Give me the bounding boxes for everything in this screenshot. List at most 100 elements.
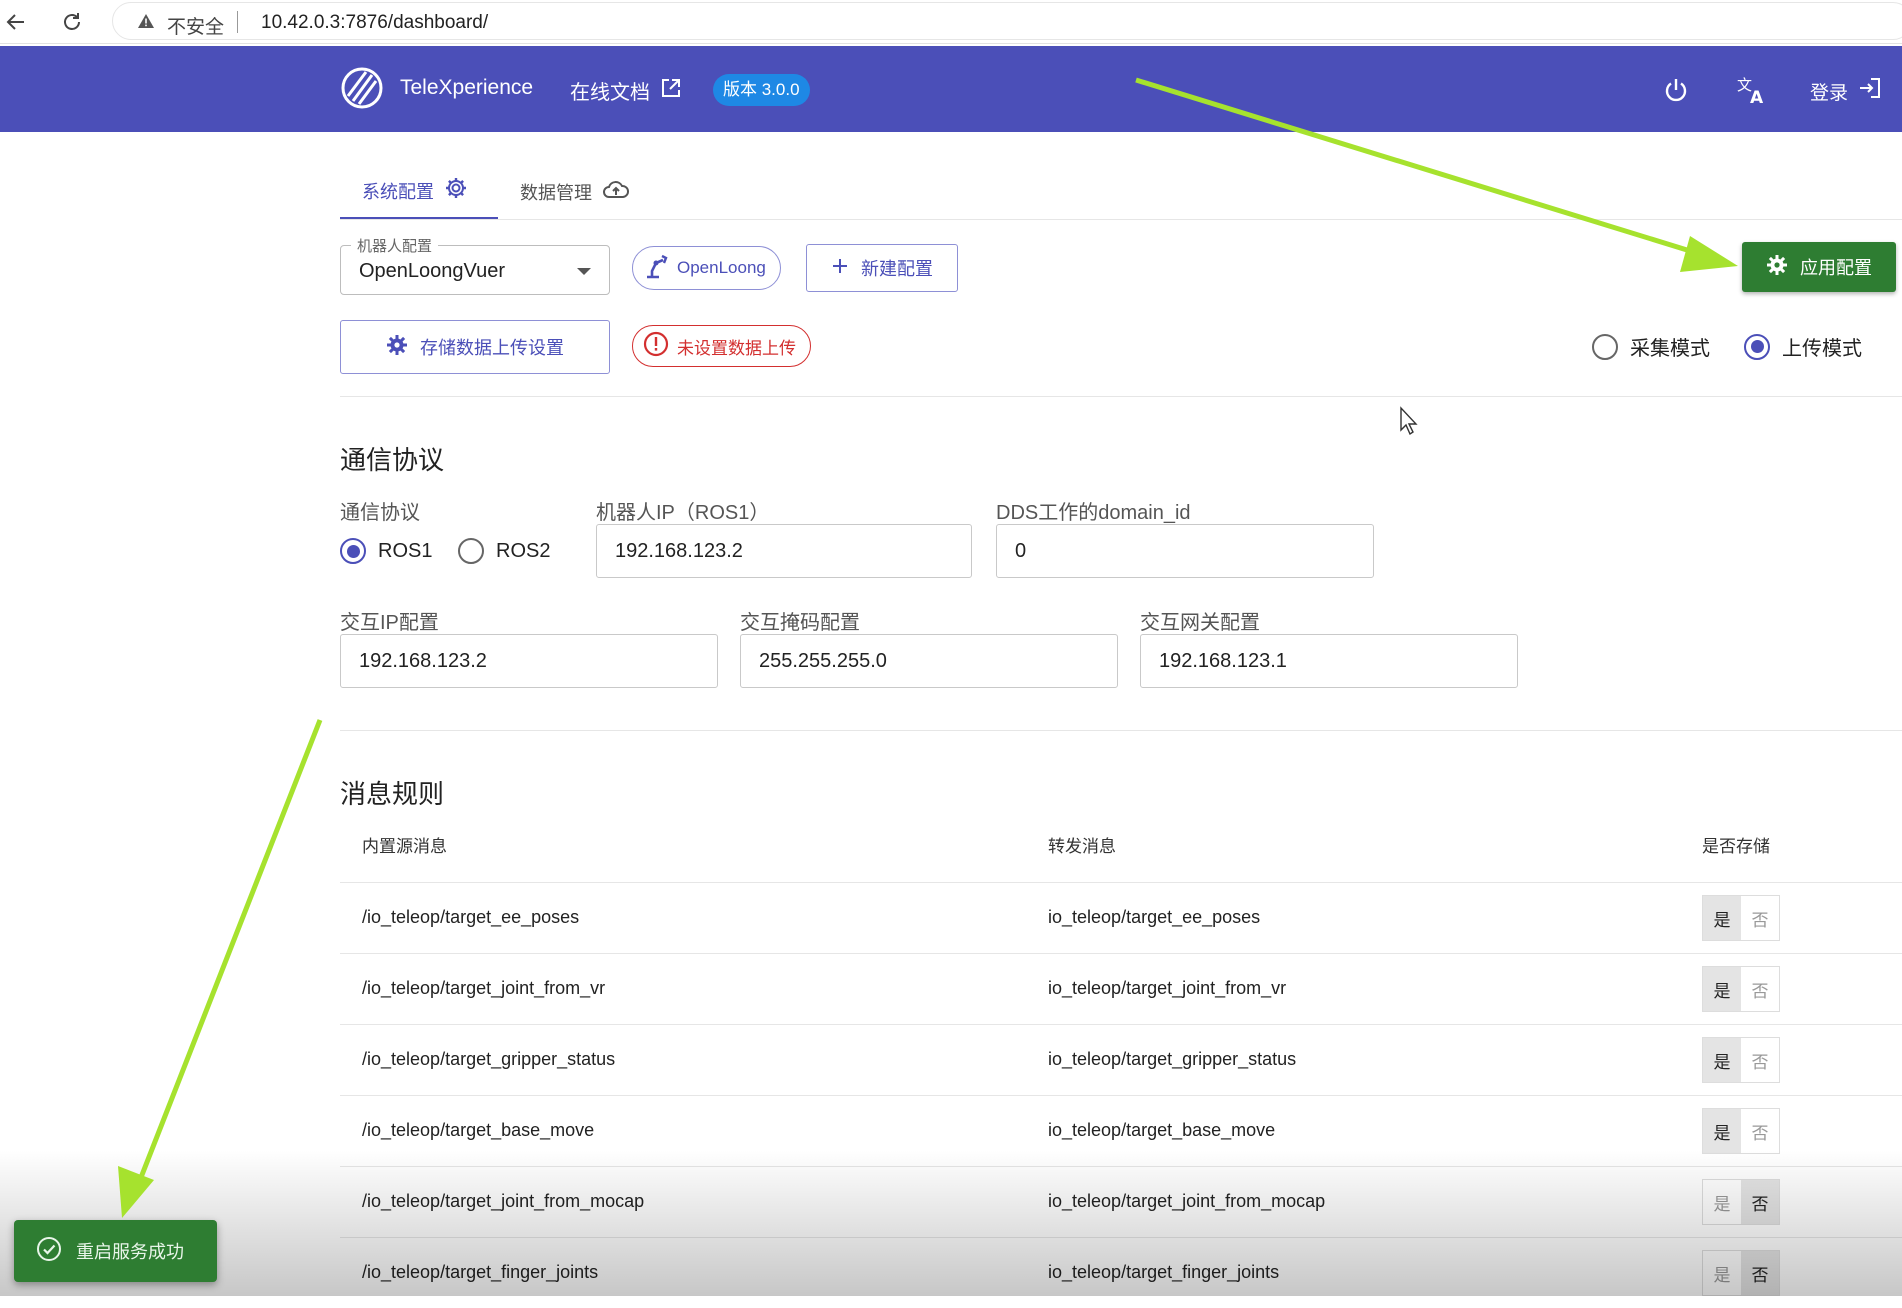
apply-config-button[interactable]: 应用配置 (1742, 242, 1896, 292)
reload-icon[interactable] (56, 6, 88, 38)
dds-domain-label: DDS工作的domain_id (996, 502, 1191, 524)
upload-status-label: 未设置数据上传 (677, 338, 796, 358)
brand-name[interactable]: TeleXperience (400, 76, 533, 100)
table-row: /io_teleop/target_base_move io_teleop/ta… (340, 1095, 1902, 1166)
robot-select-value: OpenLoongVuer (359, 260, 506, 282)
mode-upload-radio[interactable]: 上传模式 (1744, 332, 1862, 361)
tab-label: 系统配置 (362, 181, 434, 202)
new-config-label: 新建配置 (861, 259, 933, 279)
svg-text:A: A (1750, 88, 1764, 106)
interact-gateway-field[interactable]: 192.168.123.1 (1140, 634, 1518, 688)
login-button[interactable]: 登录 (1810, 76, 1882, 106)
browser-toolbar: 不安全 10.42.0.3:7876/dashboard/ (0, 0, 1902, 44)
radio-off-icon (1592, 333, 1618, 360)
interact-mask-field[interactable]: 255.255.255.0 (740, 634, 1118, 688)
gear-icon (386, 334, 408, 361)
interact-ip-field[interactable]: 192.168.123.2 (340, 634, 718, 688)
interact-mask-label: 交互掩码配置 (740, 612, 860, 634)
source-topic: /io_teleop/target_gripper_status (362, 1049, 616, 1069)
table-row: /io_teleop/target_joint_from_vr io_teleo… (340, 953, 1902, 1024)
forward-topic: io_teleop/target_joint_from_mocap (1048, 1191, 1326, 1211)
store-toggle: 是 否 (1702, 1037, 1780, 1083)
dds-domain-field[interactable]: 0 (996, 524, 1374, 578)
forward-topic: io_teleop/target_joint_from_vr (1048, 978, 1287, 998)
radio-off-icon (458, 538, 484, 564)
store-no-button[interactable]: 否 (1741, 967, 1779, 1011)
interact-gateway-label: 交互网关配置 (1140, 612, 1260, 634)
ros1-radio[interactable]: ROS1 (340, 538, 432, 564)
upload-settings-label: 存储数据上传设置 (420, 338, 564, 358)
mode-collect-label: 采集模式 (1630, 338, 1710, 360)
tab-system-config[interactable]: 系统配置 (340, 164, 498, 220)
chevron-down-icon (577, 268, 591, 275)
brand-logo-icon[interactable] (340, 66, 384, 110)
upload-settings-button[interactable]: 存储数据上传设置 (340, 320, 610, 374)
gear-icon (1766, 254, 1788, 281)
tab-data-management[interactable]: 数据管理 (520, 164, 630, 220)
table-row: /io_teleop/target_ee_poses io_teleop/tar… (340, 882, 1902, 953)
source-topic: /io_teleop/target_finger_joints (362, 1262, 599, 1282)
ros2-radio[interactable]: ROS2 (458, 538, 550, 564)
robot-ip-label: 机器人IP（ROS1） (596, 502, 770, 524)
store-toggle: 是 否 (1702, 1179, 1780, 1225)
store-yes-button[interactable]: 是 (1703, 1038, 1741, 1082)
info-icon (643, 331, 669, 362)
column-header-source: 内置源消息 (362, 837, 447, 856)
store-yes-button[interactable]: 是 (1703, 967, 1741, 1011)
store-no-button[interactable]: 否 (1741, 1180, 1779, 1224)
docs-link[interactable]: 在线文档 (570, 76, 682, 105)
robot-type-chip[interactable]: OpenLoong (632, 246, 781, 290)
store-toggle: 是 否 (1702, 1250, 1780, 1296)
source-topic: /io_teleop/target_joint_from_vr (362, 978, 606, 998)
docs-label: 在线文档 (570, 82, 650, 104)
source-topic: /io_teleop/target_base_move (362, 1120, 595, 1140)
store-no-button[interactable]: 否 (1741, 896, 1779, 940)
login-label: 登录 (1810, 82, 1849, 104)
store-yes-button[interactable]: 是 (1703, 896, 1741, 940)
app-header: TeleXperience 在线文档 版本 3.0.0 文A 登录 (0, 46, 1902, 132)
robot-ip-field[interactable]: 192.168.123.2 (596, 524, 972, 578)
table-row: /io_teleop/target_finger_joints io_teleo… (340, 1237, 1902, 1308)
robot-arm-icon (643, 253, 669, 284)
login-icon (1858, 76, 1882, 106)
table-row: /io_teleop/target_gripper_status io_tele… (340, 1024, 1902, 1095)
address-bar[interactable]: 不安全 10.42.0.3:7876/dashboard/ (112, 2, 1902, 40)
url-text[interactable]: 10.42.0.3:7876/dashboard/ (261, 12, 488, 34)
apply-config-label: 应用配置 (1800, 258, 1872, 278)
upload-status-chip[interactable]: 未设置数据上传 (632, 325, 811, 367)
store-toggle: 是 否 (1702, 1108, 1780, 1154)
annotation-arrow-snackbar (118, 719, 323, 1218)
rules-section-title: 消息规则 (340, 779, 445, 809)
column-header-forward: 转发消息 (1048, 837, 1116, 856)
ros1-label: ROS1 (378, 539, 433, 562)
store-no-button[interactable]: 否 (1741, 1109, 1779, 1153)
new-config-button[interactable]: 新建配置 (806, 244, 958, 292)
version-badge: 版本 3.0.0 (713, 74, 810, 106)
robot-chip-label: OpenLoong (677, 258, 766, 277)
mode-collect-radio[interactable]: 采集模式 (1592, 332, 1710, 361)
store-yes-button[interactable]: 是 (1703, 1180, 1741, 1224)
plus-icon (831, 257, 849, 280)
warning-icon (137, 13, 155, 34)
store-no-button[interactable]: 否 (1741, 1038, 1779, 1082)
power-icon[interactable] (1658, 72, 1694, 108)
translate-icon[interactable]: 文A (1734, 72, 1770, 108)
check-circle-icon (36, 1236, 62, 1267)
tab-label: 数据管理 (520, 183, 592, 203)
back-icon[interactable] (0, 6, 32, 38)
protocol-label: 通信协议 (340, 502, 420, 524)
snackbar-message: 重启服务成功 (76, 1242, 184, 1262)
security-label[interactable]: 不安全 (167, 12, 224, 39)
store-toggle: 是 否 (1702, 966, 1780, 1012)
store-no-button[interactable]: 否 (1741, 1251, 1779, 1295)
mode-upload-label: 上传模式 (1782, 338, 1862, 360)
column-header-store: 是否存储 (1702, 837, 1770, 856)
store-yes-button[interactable]: 是 (1703, 1251, 1741, 1295)
divider (237, 11, 238, 33)
robot-select-label: 机器人配置 (351, 235, 439, 256)
success-snackbar: 重启服务成功 (14, 1220, 217, 1282)
tabs-divider (340, 219, 1902, 220)
store-yes-button[interactable]: 是 (1703, 1109, 1741, 1153)
robot-config-select[interactable]: 机器人配置 OpenLoongVuer (340, 235, 610, 295)
radio-on-icon (1744, 333, 1770, 360)
